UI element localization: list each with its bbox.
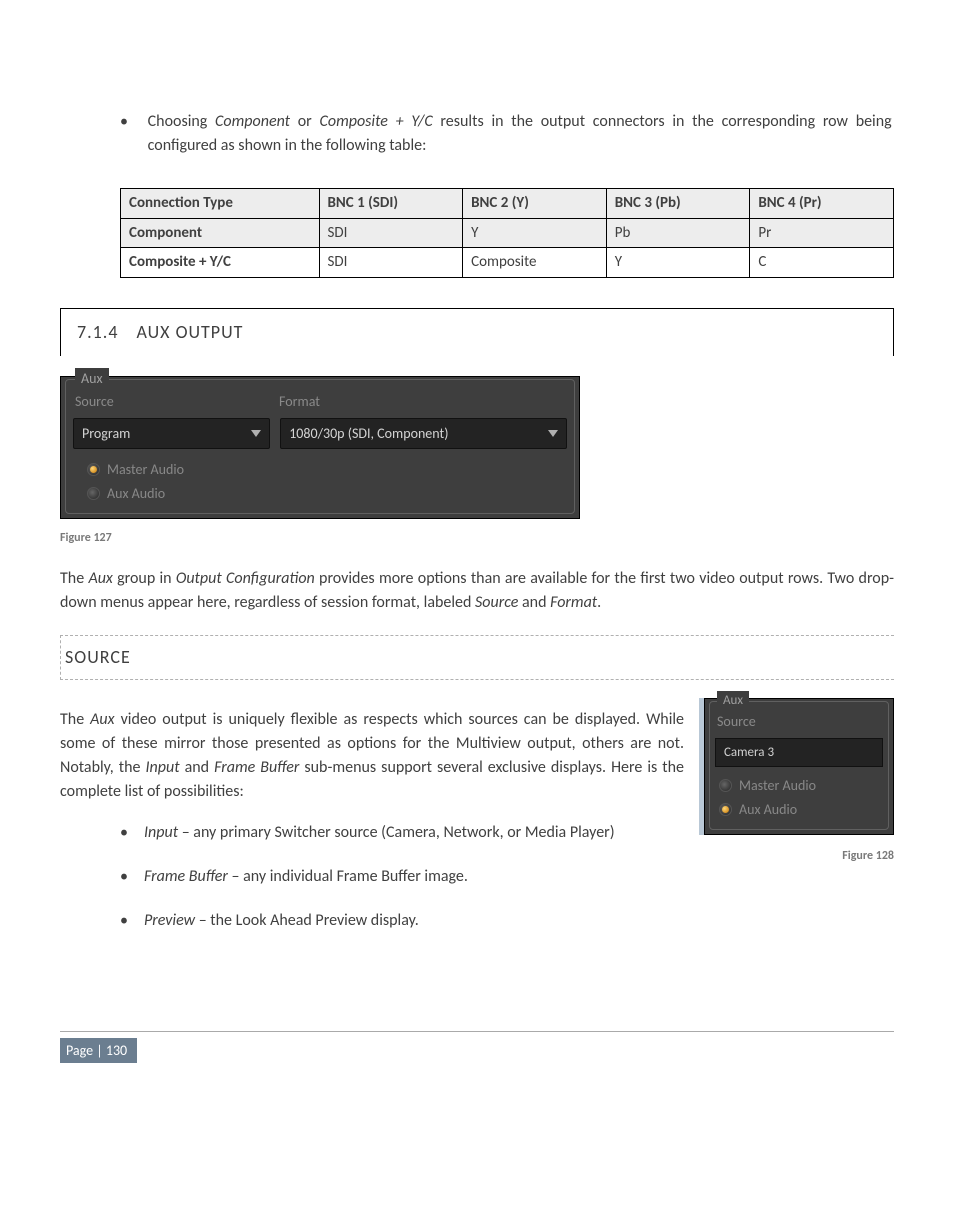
format-label: Format [277,391,567,412]
th: BNC 2 (Y) [463,189,607,219]
chevron-down-icon [548,430,558,437]
paragraph-aux-video: The Aux video output is uniquely flexibl… [60,708,684,804]
source-label: Source [715,711,883,732]
source-label: Source [73,391,267,412]
dropdown-value: Program [82,423,130,444]
bullet-dot: • [120,906,144,936]
td: Y [463,218,607,248]
txt: and [180,758,215,777]
td: Pr [750,218,894,248]
section-header-aux-output: 7.1.4 AUX OUTPUT [60,308,894,356]
radio-icon [87,487,100,500]
td: SDI [319,248,463,278]
txt: or [290,112,319,131]
bullet-dot: • [120,110,144,134]
bullet-dot: • [120,862,144,892]
txt: The [60,710,90,729]
td: C [750,248,894,278]
fieldset-legend: Aux [75,368,109,389]
txt: and [518,593,550,612]
txt: – any individual Frame Buffer image. [228,867,468,886]
th: BNC 3 (Pb) [606,189,750,219]
source-list: •Input – any primary Switcher source (Ca… [120,818,684,937]
radio-label: Master Audio [107,459,184,480]
radio-label: Master Audio [739,775,816,796]
figure-caption-128: Figure 128 [704,847,894,865]
connection-type-table: Connection Type BNC 1 (SDI) BNC 2 (Y) BN… [120,188,894,278]
audio-radio-group: Master Audio Aux Audio [719,775,883,820]
txt-italic: Preview [144,911,195,930]
txt: – the Look Ahead Preview display. [195,911,419,930]
txt: group in [113,569,176,588]
source-dropdown[interactable]: Camera 3 [715,738,883,768]
txt: . [597,593,601,612]
dropdown-value: 1080/30p (SDI, Component) [289,423,448,444]
table-row: Composite + Y/C SDI Composite Y C [121,248,894,278]
page-number: Page | 130 [60,1038,137,1063]
txt: – any primary Switcher source (Camera, N… [178,823,615,842]
txt-italic: Frame Buffer [214,758,299,777]
subsection-source: SOURCE [60,635,894,680]
txt-italic: Aux [88,569,112,588]
txt-italic: Output Configuration [176,569,315,588]
figure-caption-127: Figure 127 [60,529,894,547]
txt-italic: Frame Buffer [144,867,228,886]
txt-italic: Source [475,593,518,612]
td: Y [606,248,750,278]
aux-panel-screenshot: Aux Source Format Program 1080/30p (SDI,… [60,376,580,519]
th: BNC 4 (Pr) [750,189,894,219]
bullet-dot: • [120,818,144,848]
txt-italic: Composite + Y/C [320,112,433,131]
aux-mini-panel-screenshot: Aux Source Camera 3 Master Audio Aux Aud… [704,698,894,836]
radio-icon [719,779,732,792]
txt-italic: Format [550,593,597,612]
section-number: 7.1.4 [77,321,118,343]
audio-radio-group: Master Audio Aux Audio [87,459,567,504]
table-header-row: Connection Type BNC 1 (SDI) BNC 2 (Y) BN… [121,189,894,219]
page-footer: Page | 130 [60,1031,894,1063]
chevron-down-icon [251,430,261,437]
txt-italic: Input [144,823,178,842]
td: SDI [319,218,463,248]
txt: The [60,569,88,588]
list-item: •Preview – the Look Ahead Preview displa… [120,906,684,936]
section-title: AUX OUTPUT [136,321,243,343]
txt-italic: Aux [90,710,114,729]
th: BNC 1 (SDI) [319,189,463,219]
radio-aux-audio[interactable]: Aux Audio [87,483,567,504]
td: Component [121,218,320,248]
dropdown-value: Camera 3 [724,745,774,760]
fieldset-legend: Aux [717,691,749,711]
radio-master-audio[interactable]: Master Audio [719,775,883,796]
paragraph-aux-group: The Aux group in Output Configuration pr… [60,567,894,615]
td: Composite [463,248,607,278]
txt: Choosing [148,112,215,131]
radio-label: Aux Audio [739,799,797,820]
bullet-text: Choosing Component or Composite + Y/C re… [148,110,892,158]
radio-aux-audio[interactable]: Aux Audio [719,799,883,820]
radio-icon [719,803,732,816]
radio-master-audio[interactable]: Master Audio [87,459,567,480]
radio-icon [87,463,100,476]
td: Composite + Y/C [121,248,320,278]
txt-italic: Component [215,112,290,131]
format-dropdown[interactable]: 1080/30p (SDI, Component) [280,418,567,449]
source-dropdown[interactable]: Program [73,418,270,449]
table-row: Component SDI Y Pb Pr [121,218,894,248]
radio-label: Aux Audio [107,483,165,504]
list-item: •Input – any primary Switcher source (Ca… [120,818,684,848]
bullet-choosing: • Choosing Component or Composite + Y/C … [120,110,894,158]
list-item: •Frame Buffer – any individual Frame Buf… [120,862,684,892]
txt-italic: Input [146,758,180,777]
td: Pb [606,218,750,248]
th: Connection Type [121,189,320,219]
